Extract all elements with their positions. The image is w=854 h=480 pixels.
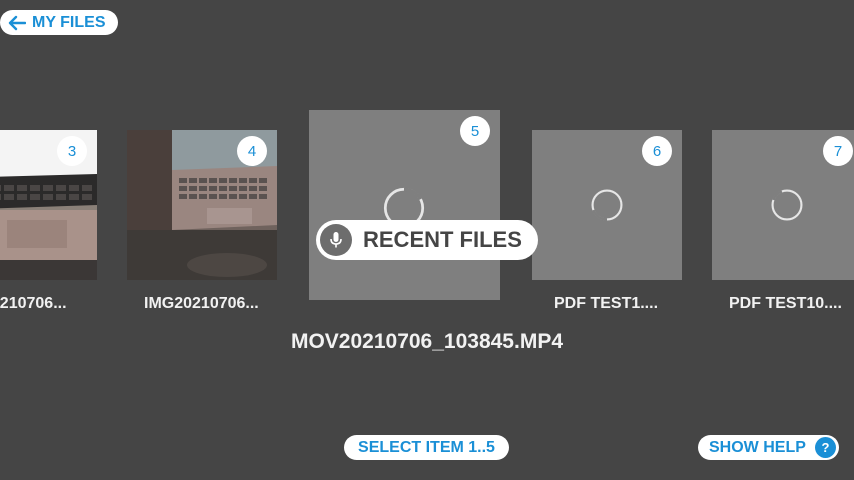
select-item-button[interactable]: SELECT ITEM 1..5 <box>344 435 509 460</box>
recent-files-voice-command[interactable]: RECENT FILES <box>316 220 538 260</box>
item-number-badge: 3 <box>57 136 87 166</box>
loading-spinner-icon <box>771 189 803 221</box>
loading-spinner-icon <box>591 189 623 221</box>
file-label-7: PDF TEST10.... <box>729 295 842 312</box>
file-tile-5-focused[interactable]: 5 <box>309 110 500 300</box>
show-help-button[interactable]: SHOW HELP ? <box>698 435 839 460</box>
file-tile-7[interactable]: 7 <box>712 130 854 280</box>
arrow-left-icon <box>8 15 26 30</box>
back-to-my-files-button[interactable]: MY FILES <box>0 10 118 35</box>
item-number-badge: 5 <box>460 116 490 146</box>
show-help-label: SHOW HELP <box>709 438 806 456</box>
file-browser-screen: MY FILES 3 20210706... <box>0 0 854 480</box>
file-label-3: 20210706... <box>0 295 67 312</box>
item-number-badge: 7 <box>823 136 853 166</box>
focused-file-name: MOV20210706_103845.MP4 <box>290 330 564 353</box>
file-tile-3[interactable]: 3 <box>0 130 97 280</box>
back-button-label: MY FILES <box>32 13 106 31</box>
item-number-badge: 4 <box>237 136 267 166</box>
file-tile-4[interactable]: 4 <box>127 130 277 280</box>
select-item-label: SELECT ITEM 1..5 <box>358 438 495 456</box>
file-label-6: PDF TEST1.... <box>554 295 659 312</box>
file-tile-6[interactable]: 6 <box>532 130 682 280</box>
microphone-icon <box>320 224 352 256</box>
help-question-icon: ? <box>815 437 836 458</box>
file-label-4: IMG20210706... <box>144 295 259 312</box>
recent-files-label: RECENT FILES <box>363 227 522 252</box>
item-number-badge: 6 <box>642 136 672 166</box>
